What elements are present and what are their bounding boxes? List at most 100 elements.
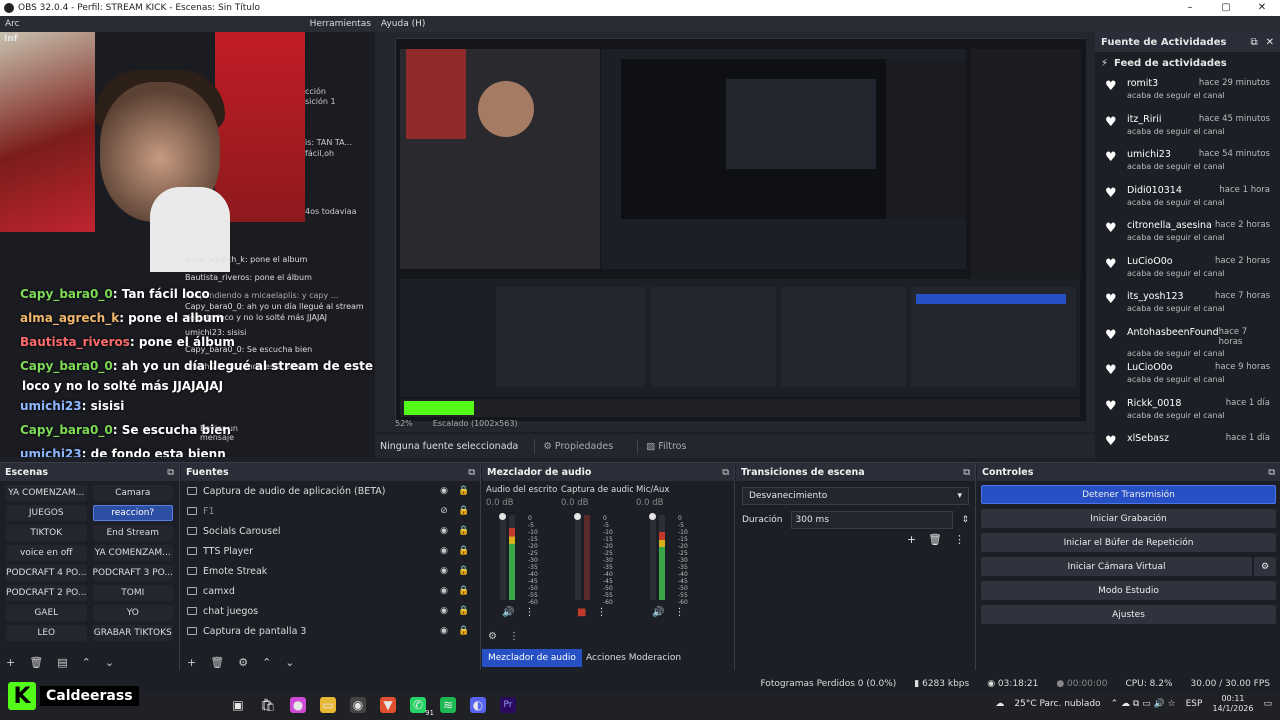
studio-mode-button[interactable]: Modo Estudio <box>981 581 1276 600</box>
float-icon[interactable]: ⧉ <box>468 467 475 478</box>
scene-item[interactable]: TOMI <box>92 585 173 601</box>
zoom-level[interactable]: 52% <box>395 419 413 428</box>
float-icon[interactable]: ⧉ <box>167 467 174 478</box>
source-row[interactable]: camxd ◉ 🔒 <box>181 581 480 601</box>
menu-archivo[interactable]: Arc <box>0 19 25 29</box>
tab-mixer[interactable]: Mezclador de audio <box>482 649 582 667</box>
store-icon[interactable]: 🛍 <box>260 697 276 713</box>
trash-icon[interactable]: 🗑 <box>928 533 942 546</box>
app-icon[interactable]: ● <box>290 697 306 713</box>
volume-meter[interactable] <box>649 513 666 600</box>
scene-item[interactable]: YO <box>92 605 173 621</box>
maximize-button[interactable]: ▢ <box>1208 0 1244 16</box>
source-row[interactable]: Emote Streak ◉ 🔒 <box>181 561 480 581</box>
folder-icon[interactable]: ▭ <box>320 697 336 713</box>
scene-item[interactable]: PODCRAFT 2 PO... <box>6 585 87 601</box>
start-virtual-camera-button[interactable]: Iniciar Cámara Virtual <box>981 557 1252 576</box>
chevron-down-icon[interactable]: ⌄ <box>105 656 114 669</box>
volume-meter[interactable] <box>574 513 591 600</box>
send-message-input[interactable]: Enviar un mensaje <box>200 424 260 442</box>
volume-slider-handle[interactable] <box>649 513 656 520</box>
scene-item[interactable]: Camara <box>92 485 173 501</box>
more-icon[interactable]: ⋮ <box>954 533 965 546</box>
lock-icon[interactable]: 🔒 <box>454 526 474 536</box>
preview-screen[interactable] <box>395 38 1086 421</box>
lock-icon[interactable]: 🔒 <box>454 546 474 556</box>
eye-icon[interactable]: ◉ <box>434 606 454 616</box>
source-row[interactable]: TTS Player ◉ 🔒 <box>181 541 480 561</box>
lock-icon[interactable]: 🔒 <box>454 486 474 496</box>
obs-icon[interactable]: ◉ <box>350 697 366 713</box>
notification-icon[interactable]: ▭ <box>1263 699 1272 709</box>
scaling-dropdown[interactable]: Escalado (1002x563) <box>433 419 518 428</box>
eye-icon[interactable]: ◉ <box>434 486 454 496</box>
lock-icon[interactable]: 🔒 <box>454 506 474 516</box>
eye-hidden-icon[interactable]: ⊘ <box>434 506 454 516</box>
source-row[interactable]: Socials Carousel ◉ 🔒 <box>181 521 480 541</box>
preview-area[interactable] <box>375 32 1095 432</box>
lock-icon[interactable]: 🔒 <box>454 626 474 636</box>
source-row[interactable]: chat juegos ◉ 🔒 <box>181 601 480 621</box>
filter-icon[interactable]: ▤ <box>57 656 67 669</box>
filters-button[interactable]: ▨ Filtros <box>637 438 694 454</box>
chevron-down-icon[interactable]: ⌄ <box>285 656 294 669</box>
stop-streaming-button[interactable]: Detener Transmisión <box>981 485 1276 504</box>
scene-item[interactable]: YA COMENZAM... <box>92 545 173 561</box>
task-view-icon[interactable]: ▣ <box>230 697 246 713</box>
scene-item[interactable]: TIKTOK <box>6 525 87 541</box>
close-button[interactable]: ✕ <box>1244 0 1280 16</box>
clock[interactable]: 00:11 14/1/2026 <box>1212 694 1253 714</box>
eye-icon[interactable]: ◉ <box>434 586 454 596</box>
virtual-camera-settings-icon[interactable]: ⚙ <box>1254 557 1276 576</box>
trash-icon[interactable]: 🗑 <box>29 656 43 669</box>
stepper-icon[interactable]: ⇕ <box>961 515 969 525</box>
menu-ayuda[interactable]: Ayuda (H) <box>376 19 430 29</box>
source-row[interactable]: Captura de pantalla 3 ◉ 🔒 <box>181 621 480 641</box>
add-icon[interactable]: + <box>907 533 916 546</box>
tray-icons[interactable]: ⌃ ☁ ⧉ ▭ 🔊 ☆ <box>1111 699 1176 709</box>
eye-icon[interactable]: ◉ <box>434 566 454 576</box>
more-icon[interactable]: ⋮ <box>524 607 534 618</box>
more-icon[interactable]: ⋮ <box>596 607 606 618</box>
trash-icon[interactable]: 🗑 <box>210 656 224 669</box>
more-icon[interactable]: ⋮ <box>674 607 684 618</box>
menu-herramientas[interactable]: Herramientas <box>305 19 376 29</box>
lock-icon[interactable]: 🔒 <box>454 586 474 596</box>
scene-item[interactable]: JUEGOS <box>6 505 87 521</box>
minimize-button[interactable]: – <box>1172 0 1208 16</box>
whatsapp-icon[interactable]: ✆ 91 <box>410 697 434 717</box>
properties-button[interactable]: ⚙ Propiedades <box>534 438 621 454</box>
source-row[interactable]: Captura de audio de aplicación (BETA) ◉ 🔒 <box>181 481 480 501</box>
brave-icon[interactable]: ▼ <box>380 697 396 713</box>
start-replay-buffer-button[interactable]: Iniciar el Búfer de Repetición <box>981 533 1276 552</box>
eye-icon[interactable]: ◉ <box>434 626 454 636</box>
scene-item[interactable]: End Stream <box>92 525 173 541</box>
float-icon[interactable]: ⧉ <box>963 467 970 478</box>
speaker-icon[interactable]: 🔊 <box>502 607 514 618</box>
duration-input[interactable]: 300 ms <box>790 511 954 529</box>
start-recording-button[interactable]: Iniciar Grabación <box>981 509 1276 528</box>
volume-meter[interactable] <box>499 513 516 600</box>
chevron-up-icon[interactable]: ⌃ <box>262 656 271 669</box>
scene-item[interactable]: PODCRAFT 4 PO... <box>6 565 87 581</box>
scene-item[interactable]: voice en off <box>6 545 87 561</box>
transition-select[interactable]: Desvanecimiento ▾ <box>742 487 969 505</box>
volume-slider-handle[interactable] <box>574 513 581 520</box>
more-icon[interactable]: ⋮ <box>509 631 519 642</box>
scene-item[interactable]: GRABAR TIKTOKS <box>92 625 173 641</box>
scene-item[interactable]: YA COMENZAM... <box>6 485 87 501</box>
close-icon[interactable]: ✕ <box>1266 37 1274 48</box>
language[interactable]: ESP <box>1186 699 1203 709</box>
scene-item[interactable]: GAEL <box>6 605 87 621</box>
scene-item[interactable]: LEO <box>6 625 87 641</box>
float-icon[interactable]: ⧉ <box>1250 37 1257 48</box>
lock-icon[interactable]: 🔒 <box>454 566 474 576</box>
float-icon[interactable]: ⧉ <box>1268 467 1275 478</box>
float-icon[interactable]: ⧉ <box>722 467 729 478</box>
add-icon[interactable]: + <box>6 656 15 669</box>
scene-item[interactable]: PODCRAFT 3 PO... <box>92 565 173 581</box>
gear-icon[interactable]: ⚙ <box>238 656 248 669</box>
muted-icon[interactable]: ■ <box>577 607 586 618</box>
settings-button[interactable]: Ajustes <box>981 605 1276 624</box>
spotify-icon[interactable]: ≋ <box>440 697 456 713</box>
